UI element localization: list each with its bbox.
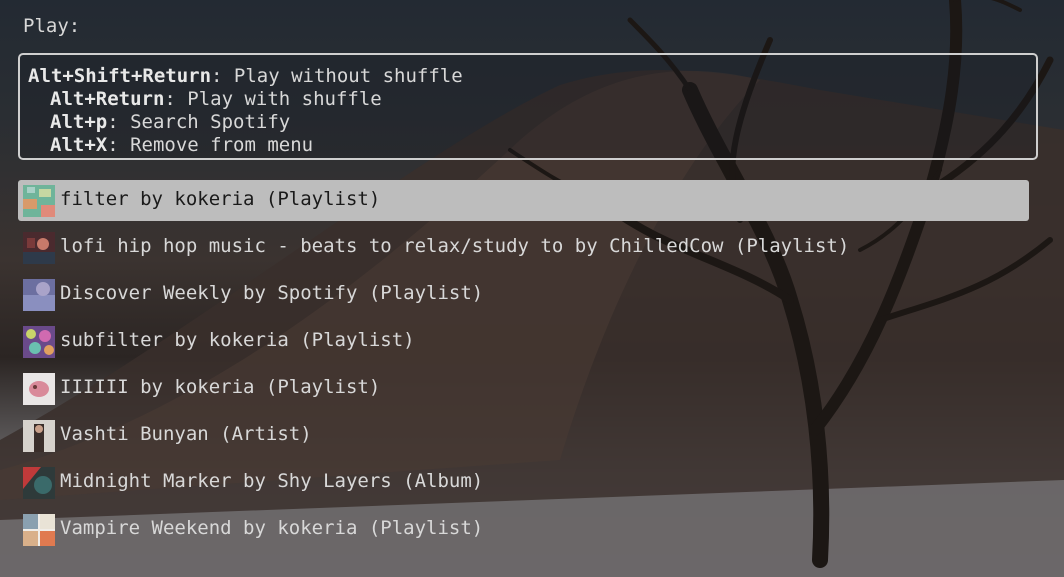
rofi-menu: Play: Alt+Shift+Return: Play without shu… (0, 0, 1064, 577)
keybinding-help-box: Alt+Shift+Return: Play without shuffle A… (18, 53, 1038, 160)
list-item[interactable]: subfilter by kokeria (Playlist) (18, 321, 1029, 362)
item-label: filter by kokeria (Playlist) (60, 187, 381, 210)
keybinding-desc: : Search Spotify (107, 111, 291, 133)
help-row: Alt+p: Search Spotify (28, 111, 1028, 134)
help-row: Alt+Return: Play with shuffle (28, 88, 1028, 111)
list-item[interactable]: Discover Weekly by Spotify (Playlist) (18, 274, 1029, 315)
keybinding-desc: : Play without shuffle (211, 65, 463, 87)
item-label: Midnight Marker by Shy Layers (Album) (60, 469, 484, 492)
help-row: Alt+Shift+Return: Play without shuffle (28, 65, 1028, 88)
keybinding-key: Alt+X (50, 134, 108, 156)
keybinding-key: Alt+Return (50, 88, 165, 110)
list-item[interactable]: Vampire Weekend by kokeria (Playlist) (18, 509, 1029, 550)
playlist-cover-icon (23, 372, 55, 405)
keybinding-desc: : Remove from menu (107, 134, 314, 156)
album-cover-icon (23, 466, 55, 499)
playlist-cover-icon (23, 325, 55, 358)
keybinding-key: Alt+Shift+Return (28, 65, 212, 87)
list-item[interactable]: Vashti Bunyan (Artist) (18, 415, 1029, 456)
artist-photo-icon (23, 419, 55, 452)
item-label: lofi hip hop music - beats to relax/stud… (60, 234, 850, 257)
item-label: Vampire Weekend by kokeria (Playlist) (60, 516, 484, 539)
list-item-selected[interactable]: filter by kokeria (Playlist) (18, 180, 1029, 221)
item-label: IIIIII by kokeria (Playlist) (60, 375, 381, 398)
list-item[interactable]: IIIIII by kokeria (Playlist) (18, 368, 1029, 409)
item-label: Vashti Bunyan (Artist) (60, 422, 312, 445)
help-row: Alt+X: Remove from menu (28, 134, 1028, 157)
list-item[interactable]: lofi hip hop music - beats to relax/stud… (18, 227, 1029, 268)
keybinding-desc: : Play with shuffle (164, 88, 382, 110)
keybinding-key: Alt+p (50, 111, 108, 133)
list-item[interactable]: Midnight Marker by Shy Layers (Album) (18, 462, 1029, 503)
playlist-cover-icon (23, 513, 55, 546)
playlist-cover-icon (23, 231, 55, 264)
result-list: filter by kokeria (Playlist) lofi hip ho… (18, 180, 1029, 556)
item-label: Discover Weekly by Spotify (Playlist) (60, 281, 484, 304)
playlist-cover-icon (23, 184, 55, 217)
item-label: subfilter by kokeria (Playlist) (60, 328, 415, 351)
prompt-label: Play: (23, 15, 81, 37)
playlist-cover-icon (23, 278, 55, 311)
